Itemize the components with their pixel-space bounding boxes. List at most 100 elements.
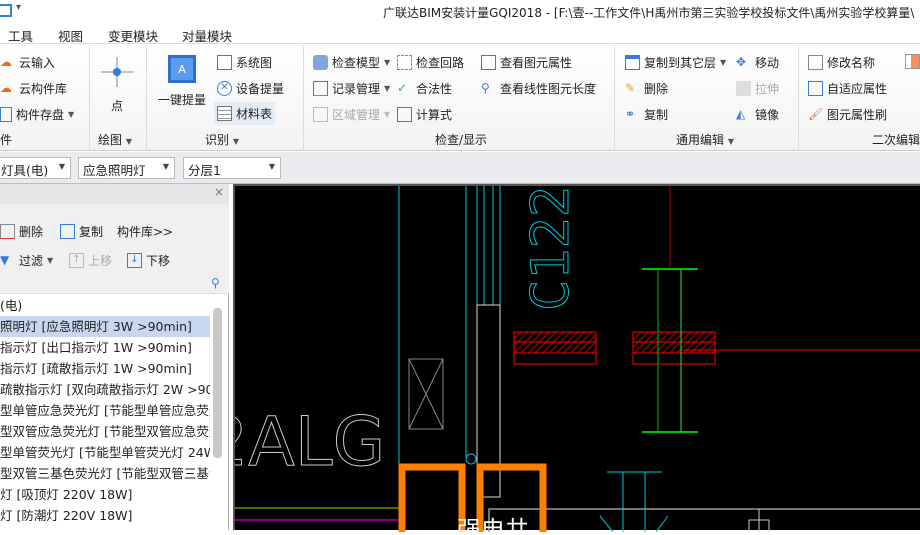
table-icon — [217, 106, 232, 121]
label: 上移 — [88, 254, 113, 268]
label: 拉伸 — [755, 82, 780, 96]
cloud-input-button[interactable]: ☁ 云输入 — [0, 54, 55, 71]
label: 材料表 — [236, 107, 273, 121]
value: 灯具(电) — [1, 163, 49, 178]
delete-doc-icon — [0, 224, 15, 239]
cad-canvas[interactable]: C122 2ALG 强电井 — [205, 184, 920, 535]
record-icon — [313, 81, 328, 96]
point-icon — [101, 57, 133, 87]
adaptive-properties-button[interactable]: 自适应属性 — [808, 80, 887, 97]
label: 云构件库 — [19, 82, 68, 96]
label: 移动 — [755, 56, 780, 70]
tree-item[interactable]: 型单管应急荧光灯 [节能型单管应急荧光灯 — [0, 400, 210, 421]
diagram-icon — [217, 55, 232, 70]
cloud-library-icon: ☁ — [0, 81, 12, 95]
scrollbar[interactable] — [213, 308, 222, 458]
record-management-button[interactable]: 记录管理 ▼ — [313, 80, 390, 97]
stretch-button[interactable]: 拉伸 — [736, 80, 779, 97]
layer-icon — [625, 55, 640, 70]
tree-item[interactable]: 指示灯 [疏散指示灯 1W >90min] — [0, 358, 210, 379]
search-input[interactable]: ⚲ — [0, 276, 228, 294]
check-model-button[interactable]: 检查模型 ▼ — [313, 54, 390, 71]
tree-item[interactable]: 型双管三基色荧光灯 [节能型双管三基色荧光灯 — [0, 463, 210, 484]
label: 删除 — [644, 82, 669, 96]
tree-item[interactable]: 疏散指示灯 [双向疏散指示灯 2W >90min] — [0, 379, 210, 400]
move-icon: ✥ — [736, 55, 747, 69]
save-icon[interactable] — [0, 4, 12, 17]
copy-button[interactable]: ⚭ 复制 — [625, 106, 668, 123]
delete-component-button[interactable]: 删除 — [0, 223, 43, 240]
copy-to-layer-button[interactable]: 复制到其它层 ▼ — [625, 54, 726, 71]
tree-category[interactable]: (电) — [0, 295, 210, 316]
mirror-button[interactable]: ◭ 镜像 — [736, 106, 779, 123]
point-button[interactable]: 点 — [101, 57, 133, 114]
divider — [89, 45, 90, 151]
copy-component-button[interactable]: 复制 — [60, 223, 103, 240]
group-label-identify[interactable]: 识别 ▼ — [205, 131, 239, 148]
tree-item[interactable]: 照明灯 [应急照明灯 3W >90min] — [0, 316, 210, 337]
component-panel: × 删除 复制 构件库>> ▼ 过滤 ▼ ↑ 上移 ↓ 下移 ⚲ (电) 照明灯 [应急照… — [0, 184, 229, 530]
label: 绘图 — [98, 133, 123, 147]
group-label-draw[interactable]: 绘图 ▼ — [98, 131, 132, 148]
label: 图元属性刷 — [827, 108, 888, 122]
rename-icon — [808, 55, 823, 70]
rename-button[interactable]: 修改名称 — [808, 54, 875, 71]
system-diagram-button[interactable]: 系统图 — [217, 54, 272, 71]
x-box-symbol — [408, 358, 444, 430]
close-icon[interactable]: × — [214, 185, 224, 199]
more-icon[interactable] — [905, 54, 920, 69]
check-loop-button[interactable]: 检查回路 — [397, 54, 464, 71]
selector-bar: 灯具(电) ▼ 应急照明灯 ▼ 分层1 ▼ — [0, 152, 920, 184]
menu-change-module[interactable]: 变更模块 — [108, 26, 158, 45]
legality-button[interactable]: ✓ 合法性 — [397, 80, 452, 97]
save-disk-icon — [0, 107, 12, 122]
tree-item[interactable]: 灯 [吸顶灯 220V 18W] — [0, 484, 210, 505]
quick-access-dropdown-icon[interactable]: ▾ — [16, 2, 21, 13]
label: 过滤 — [19, 254, 44, 268]
brush-icon: 🖌 — [808, 107, 824, 121]
menu-tools[interactable]: 工具 — [8, 26, 33, 45]
menu-quantity-module[interactable]: 对量模块 — [182, 26, 232, 45]
properties-icon — [481, 55, 496, 70]
delete-button[interactable]: ✎ 删除 — [625, 80, 668, 97]
panel-header: × — [0, 184, 229, 204]
view-properties-button[interactable]: 查看图元属性 — [481, 54, 572, 71]
search-icon[interactable]: ⚲ — [211, 276, 220, 290]
device-extract-button[interactable]: ✕ 设备提量 — [217, 80, 284, 97]
gray-line — [488, 508, 920, 532]
group-label-general-edit[interactable]: 通用编辑 ▼ — [676, 131, 734, 148]
material-table-button[interactable]: 材料表 — [214, 102, 276, 125]
divider — [146, 45, 147, 151]
property-brush-button[interactable]: 🖌 图元属性刷 — [808, 106, 887, 123]
tree-item[interactable]: 型单管荧光灯 [节能型单管荧光灯 24W] — [0, 442, 210, 463]
label: 复制到其它层 — [644, 56, 717, 70]
view-length-button[interactable]: ⚲ 查看线性图元长度 — [481, 80, 596, 97]
divider — [798, 45, 799, 151]
move-button[interactable]: ✥ 移动 — [736, 54, 779, 71]
cloud-library-button[interactable]: ☁ 云构件库 — [0, 80, 67, 97]
check-icon: ✓ — [397, 81, 408, 95]
ribbon: ☁ 云输入 ☁ 云构件库 构件存盘 ▼ 件 点 绘图 ▼ A 一键提量 系统图 ✕ 设备… — [0, 45, 920, 151]
red-hatched-blocks — [513, 331, 920, 365]
filter-button[interactable]: ▼ 过滤 ▼ — [0, 252, 53, 269]
tree-item[interactable]: 灯 [防潮灯 220V 18W] — [0, 505, 210, 526]
mirror-icon: ◭ — [736, 107, 746, 121]
formula-button[interactable]: 计算式 — [397, 106, 452, 123]
floor-select[interactable]: 分层1 ▼ — [183, 157, 281, 179]
component-save-button[interactable]: 构件存盘 ▼ — [0, 106, 74, 123]
move-down-button[interactable]: ↓ 下移 — [127, 252, 170, 269]
component-library-button[interactable]: 构件库>> — [117, 223, 173, 240]
type-select[interactable]: 灯具(电) ▼ — [0, 157, 71, 179]
component-select[interactable]: 应急照明灯 ▼ — [78, 157, 175, 179]
area-management-button[interactable]: 区域管理 ▼ — [313, 106, 390, 123]
label: 识别 — [205, 133, 230, 147]
value: 分层1 — [188, 163, 221, 178]
one-key-extract-button[interactable]: A 一键提量 — [158, 55, 206, 108]
tree-item[interactable]: 型双管应急荧光灯 [节能型双管应急荧光灯 — [0, 421, 210, 442]
label: 合法性 — [416, 82, 453, 96]
menu-view[interactable]: 视图 — [58, 26, 83, 45]
label: 区域管理 — [332, 108, 381, 122]
chevron-down-icon: ▼ — [58, 162, 65, 171]
move-up-button[interactable]: ↑ 上移 — [69, 252, 112, 269]
tree-item[interactable]: 指示灯 [出口指示灯 1W >90min] — [0, 337, 210, 358]
